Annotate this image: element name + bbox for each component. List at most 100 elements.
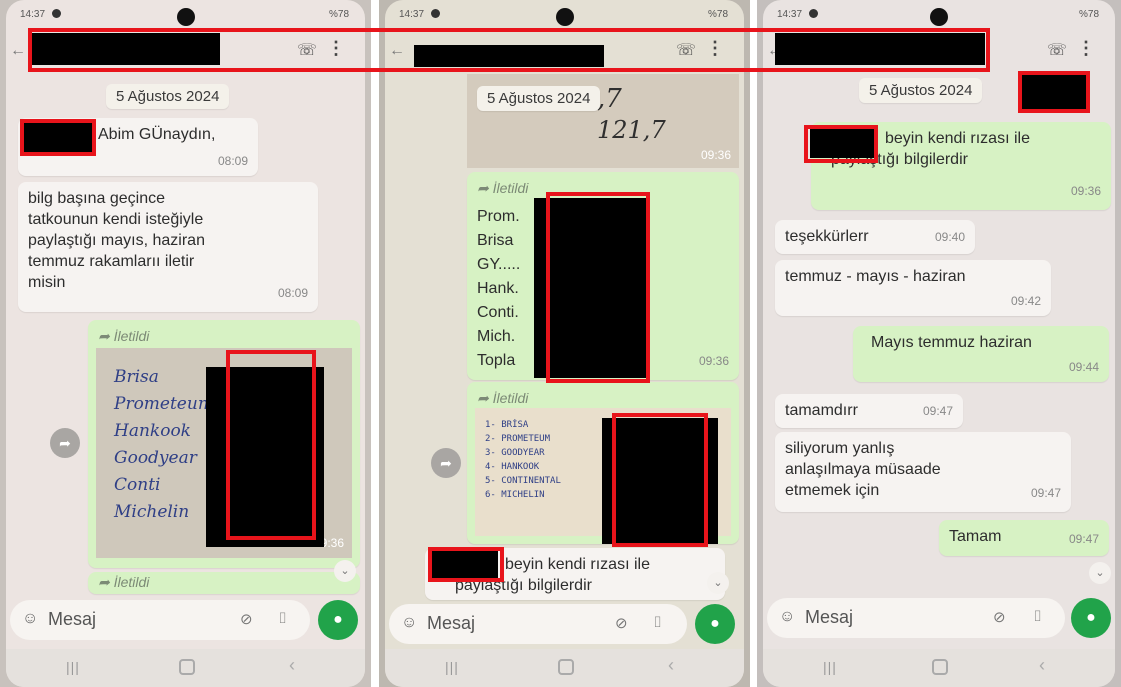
message-input[interactable]: ☺ Mesaj ⊘ ⌷ — [10, 600, 310, 640]
status-time: 14:37 — [399, 9, 425, 20]
outgoing-photo-message[interactable]: ➦ İletildi — [88, 572, 360, 594]
photo-text: Brisa Prometeum Hankook Goodyear Conti M… — [114, 364, 214, 526]
message-time: 08:09 — [277, 286, 308, 300]
paperclip-icon[interactable]: ⊘ — [240, 610, 253, 628]
red-highlight-box — [546, 192, 650, 383]
photo-word: 2- PROMETEUM — [485, 434, 551, 444]
photo-word: Brisa — [114, 367, 159, 387]
forwarded-label: ➦ İletildi — [98, 328, 150, 344]
scroll-down-icon[interactable]: ⌄ — [1089, 562, 1111, 584]
message-line: temmuz rakamlarıı iletir — [28, 253, 195, 270]
message-line: paylaştığı mayıs, haziran — [28, 232, 205, 249]
message-line: anlaşılmaya müsaade — [785, 461, 941, 478]
photo-scribble: 121,7 — [597, 116, 666, 144]
forwarded-text: İletildi — [492, 180, 529, 196]
message-input[interactable]: ☺ Mesaj ⊘ ⌷ — [767, 598, 1065, 638]
forwarded-text: İletildi — [492, 390, 529, 406]
date-chip: 5 Ağustos 2024 — [106, 84, 230, 109]
recent-apps-icon[interactable]: ||| — [823, 659, 837, 675]
date-chip: 5 Ağustos 2024 — [859, 78, 983, 103]
message-text: teşekkürlerr — [785, 228, 869, 245]
mic-icon[interactable]: ● — [318, 600, 358, 640]
incoming-message[interactable]: bilg başına geçince tatkounun kendi iste… — [18, 182, 318, 312]
outgoing-message[interactable]: Tamam 09:47 — [939, 520, 1109, 556]
red-highlight-box — [1018, 71, 1090, 113]
red-highlight-box — [20, 119, 96, 156]
message-line: tatkounun kendi isteğiyle — [28, 211, 204, 228]
incoming-message[interactable]: temmuz - mayıs - haziran 09:42 — [775, 260, 1051, 316]
status-bar: 14:37 %78 — [391, 6, 738, 26]
photo-word: 6- MICHELIN — [485, 490, 545, 500]
message-time: 09:36 — [698, 354, 729, 368]
message-text: Tamam — [949, 528, 1002, 545]
recent-apps-icon[interactable]: ||| — [445, 659, 459, 675]
recent-apps-icon[interactable]: ||| — [66, 659, 80, 675]
battery-indicator: %78 — [1078, 9, 1099, 20]
nav-back-icon[interactable]: ‹ — [668, 655, 674, 676]
forward-icon[interactable]: ➦ — [50, 428, 80, 458]
emoji-icon[interactable]: ☺ — [22, 610, 38, 628]
photo-text: 1- BRİSA 2- PROMETEUM 3- GOODYEAR 4- HAN… — [485, 418, 561, 502]
message-placeholder: Mesaj — [805, 607, 854, 627]
photo-word: Conti — [114, 475, 161, 495]
back-arrow-icon[interactable]: ← — [10, 42, 26, 60]
status-time: 14:37 — [777, 9, 803, 20]
photo-word: 3- GOODYEAR — [485, 448, 545, 458]
red-highlight-box — [428, 547, 504, 582]
paperclip-icon[interactable]: ⊘ — [993, 608, 1006, 626]
android-nav-bar: ||| ‹ — [385, 649, 744, 687]
scroll-down-icon[interactable]: ⌄ — [707, 572, 729, 594]
camera-icon[interactable]: ⌷ — [1033, 608, 1042, 625]
more-vert-icon[interactable]: ⋮ — [1077, 38, 1095, 59]
message-text: Mayıs temmuz haziran — [871, 334, 1032, 351]
camera-icon[interactable]: ⌷ — [653, 614, 662, 631]
message-input[interactable]: ☺ Mesaj ⊘ ⌷ — [389, 604, 687, 644]
mic-icon[interactable]: ● — [1071, 598, 1111, 638]
red-highlight-box — [612, 413, 708, 547]
mic-icon[interactable]: ● — [695, 604, 735, 644]
android-nav-bar: ||| ‹ — [6, 649, 365, 687]
photo-word: Goodyear — [114, 448, 197, 468]
photo-word: Michelin — [114, 502, 190, 522]
outgoing-message[interactable]: Mayıs temmuz haziran 09:44 — [853, 326, 1109, 382]
message-line: siliyorum yanlış — [785, 440, 895, 457]
add-call-icon[interactable]: ☏ — [1047, 40, 1067, 60]
nav-back-icon[interactable]: ‹ — [289, 655, 295, 676]
message-time: 09:47 — [922, 404, 953, 418]
incoming-message[interactable]: tamamdırr 09:47 — [775, 394, 963, 428]
home-icon[interactable] — [178, 659, 195, 675]
home-icon[interactable] — [932, 659, 948, 675]
message-line: etmemek için — [785, 482, 880, 499]
forwarded-text: İletildi — [113, 574, 150, 590]
chat-screen: 14:37 %78 ← ☏ ⋮ 5 Ağustos 2024 Abim GÜna… — [6, 0, 365, 687]
forward-icon[interactable]: ➦ — [431, 448, 461, 478]
incoming-message[interactable]: siliyorum yanlış anlaşılmaya müsaade etm… — [775, 432, 1071, 512]
status-time: 14:37 — [20, 9, 46, 20]
scroll-down-icon[interactable]: ⌄ — [334, 560, 356, 582]
phone-screenshot-1: 14:37 %78 ← ☏ ⋮ 5 Ağustos 2024 Abim GÜna… — [0, 0, 371, 687]
emoji-icon[interactable]: ☺ — [401, 614, 417, 632]
nav-back-icon[interactable]: ‹ — [1039, 655, 1045, 676]
message-line: misin — [28, 274, 66, 291]
emoji-icon[interactable]: ☺ — [779, 608, 795, 626]
photo-word: Prometeum — [114, 394, 214, 414]
camera-icon[interactable]: ⌷ — [278, 610, 287, 627]
status-bar: 14:37 %78 — [12, 6, 359, 26]
incoming-message[interactable]: teşekkürlerr 09:40 — [775, 220, 975, 254]
battery-indicator: %78 — [707, 9, 728, 20]
front-camera — [176, 8, 195, 26]
photo-word: Hankook — [114, 421, 191, 441]
message-time: 08:09 — [217, 154, 248, 168]
photo-time: 09:36 — [700, 148, 731, 162]
front-camera — [930, 8, 948, 26]
photo-word: 4- HANKOOK — [485, 462, 540, 472]
android-nav-bar: ||| ‹ — [763, 649, 1115, 687]
forwarded-text: İletildi — [113, 328, 150, 344]
message-time: 09:47 — [1068, 532, 1099, 546]
message-placeholder: Mesaj — [427, 613, 476, 633]
paperclip-icon[interactable]: ⊘ — [615, 614, 628, 632]
message-time: 09:44 — [1068, 360, 1099, 374]
home-icon[interactable] — [557, 659, 574, 675]
notification-icon — [52, 9, 61, 18]
red-highlight-box — [28, 28, 990, 72]
